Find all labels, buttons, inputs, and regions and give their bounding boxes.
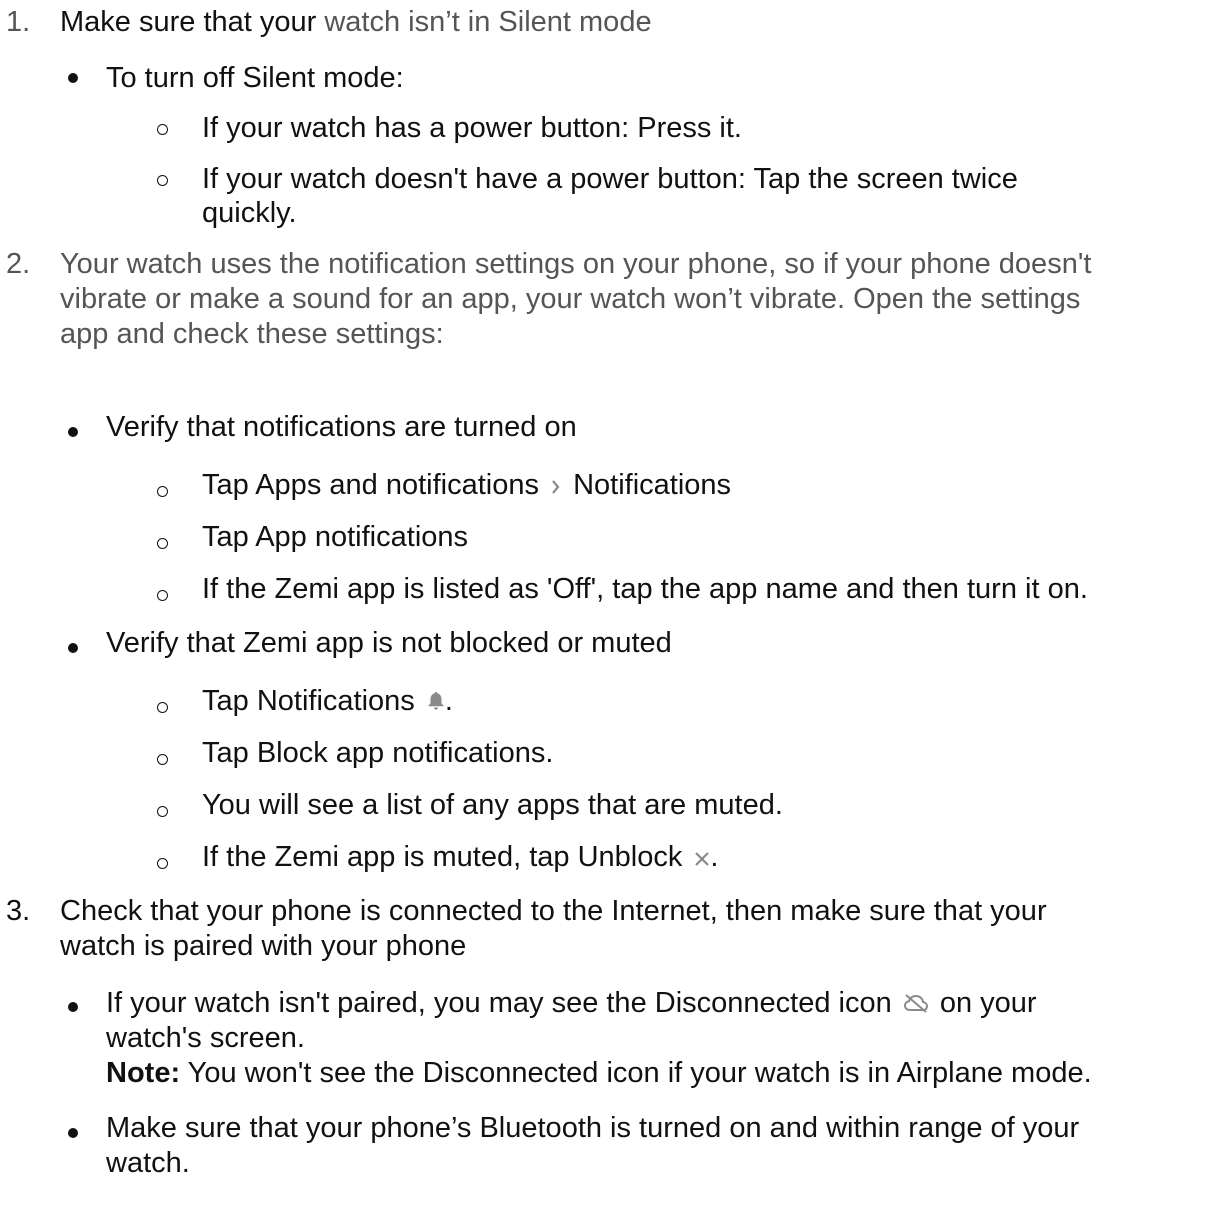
step-2-sub-4: Tap Notifications . bbox=[202, 683, 453, 719]
sub-bullet-marker bbox=[157, 486, 168, 497]
step-3-line-1: Check that your phone is connected to th… bbox=[60, 895, 1047, 927]
step-2-sub-1-before: Tap Apps and notifications bbox=[202, 469, 539, 501]
step-3-line-2: watch is paired with your phone bbox=[60, 930, 467, 962]
step-1-sub-2-cont: quickly. bbox=[202, 197, 297, 229]
chevron-right-icon bbox=[551, 468, 561, 504]
step-3-bullet-2-line-1: Make sure that your phone’s Bluetooth is… bbox=[106, 1112, 1080, 1144]
step-1-number: 1. bbox=[6, 6, 31, 38]
bullet-marker bbox=[68, 1128, 78, 1138]
sub-bullet-marker bbox=[157, 175, 168, 186]
sub-bullet-marker bbox=[157, 754, 168, 765]
step-2-bullet-1: Verify that notifications are turned on bbox=[106, 411, 577, 443]
bullet-marker bbox=[68, 73, 78, 83]
sub-bullet-marker bbox=[157, 702, 168, 713]
bullet-marker bbox=[68, 1002, 78, 1012]
step-2-number: 2. bbox=[6, 248, 31, 280]
step-2-sub-4-before: Tap Notifications bbox=[202, 685, 415, 717]
bullet-marker bbox=[68, 643, 78, 653]
step-2-line-2: vibrate or make a sound for an app, your… bbox=[60, 283, 1081, 315]
sub-bullet-marker bbox=[157, 538, 168, 549]
step-2-sub-1: Tap Apps and notifications Notifications bbox=[202, 467, 731, 503]
step-3-bullet-1-line-1: If your watch isn't paired, you may see … bbox=[106, 985, 1037, 1021]
note-label: Note: bbox=[106, 1057, 181, 1089]
step-2-sub-6: You will see a list of any apps that are… bbox=[202, 789, 783, 821]
bullet-marker bbox=[68, 427, 78, 437]
step-2-sub-4-after: . bbox=[444, 685, 453, 717]
step-1-text-dark: Make sure that your bbox=[60, 6, 317, 38]
step-1-text: Make sure that your watch isn’t in Silen… bbox=[60, 4, 652, 40]
step-2-sub-2: Tap App notifications bbox=[202, 521, 469, 553]
step-2-sub-3: If the Zemi app is listed as 'Off', tap … bbox=[202, 573, 1088, 605]
sub-bullet-marker bbox=[157, 858, 168, 869]
sub-bullet-marker bbox=[157, 806, 168, 817]
sub-bullet-marker bbox=[157, 124, 168, 135]
step-2-sub-7-after: . bbox=[710, 841, 719, 873]
step-3-bullet-1-before: If your watch isn't paired, you may see … bbox=[106, 987, 892, 1019]
step-2-sub-7-before: If the Zemi app is muted, tap Unblock bbox=[202, 841, 683, 873]
step-2-bullet-2: Verify that Zemi app is not blocked or m… bbox=[106, 627, 672, 659]
step-2-line-3: app and check these settings: bbox=[60, 318, 444, 350]
step-1-bullet-1: To turn off Silent mode: bbox=[106, 62, 404, 94]
step-1-text-gray: watch isn’t in Silent mode bbox=[324, 6, 652, 38]
bell-icon bbox=[427, 684, 445, 720]
note-text: You won't see the Disconnected icon if y… bbox=[187, 1057, 1092, 1089]
step-3-bullet-1-line-2: watch's screen. bbox=[106, 1022, 305, 1054]
step-1-sub-2: If your watch doesn't have a power butto… bbox=[202, 163, 1018, 195]
step-3-bullet-1-after: on your bbox=[939, 987, 1037, 1019]
step-1-sub-1: If your watch has a power button: Press … bbox=[202, 112, 742, 144]
sub-bullet-marker bbox=[157, 590, 168, 601]
step-3-bullet-2-line-2: watch. bbox=[106, 1147, 190, 1179]
cloud-off-icon bbox=[903, 986, 929, 1022]
step-3-note: Note: You won't see the Disconnected ico… bbox=[106, 1055, 1092, 1091]
step-2-sub-5: Tap Block app notifications. bbox=[202, 737, 554, 769]
step-2-sub-1-after: Notifications bbox=[573, 469, 732, 501]
step-2-sub-7: If the Zemi app is muted, tap Unblock . bbox=[202, 839, 718, 875]
close-icon bbox=[694, 840, 710, 876]
step-3-number: 3. bbox=[6, 895, 31, 927]
step-2-line-1: Your watch uses the notification setting… bbox=[60, 248, 1092, 280]
